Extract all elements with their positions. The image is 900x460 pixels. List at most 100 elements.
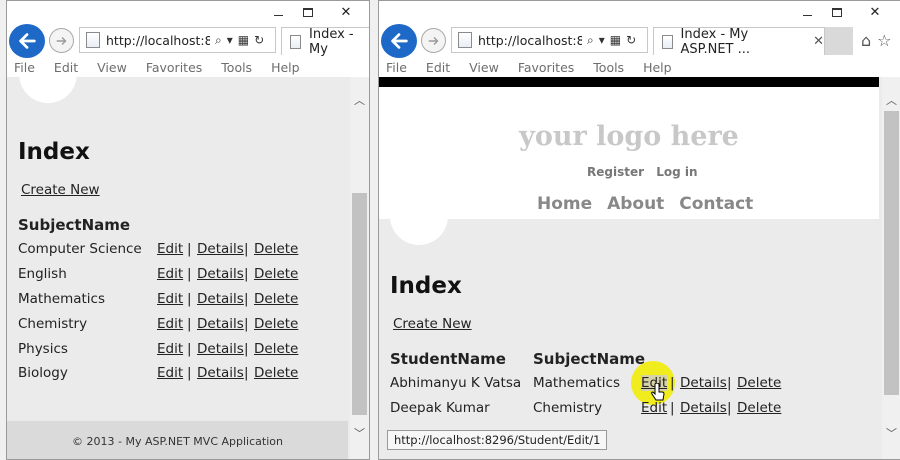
scroll-down-icon[interactable]: ﹀ <box>350 424 369 442</box>
decorative-circle <box>19 77 77 103</box>
close-button[interactable]: ✕ <box>323 1 369 23</box>
student-name: Deepak Kumar <box>390 400 490 416</box>
create-new-link[interactable]: Create New <box>393 316 472 332</box>
dropdown-icon[interactable]: ▾ <box>227 33 233 47</box>
page-icon <box>86 32 100 48</box>
refresh-icon[interactable]: ↻ <box>626 33 636 47</box>
details-link[interactable]: Details <box>197 291 244 307</box>
vertical-scrollbar[interactable]: ︿ ﹀ <box>882 77 900 459</box>
menu-view[interactable]: View <box>469 60 499 75</box>
window-controls: ✕ <box>792 1 898 25</box>
nav-home[interactable]: Home <box>537 194 592 214</box>
register-link[interactable]: Register <box>587 165 644 179</box>
navigation-bar: http://localhost:829 ⌕ ▾ ▦ ↻ Index - My <box>7 23 369 58</box>
forward-arrow-icon <box>428 36 438 45</box>
separator: | <box>244 241 249 257</box>
delete-link[interactable]: Delete <box>254 316 298 332</box>
tab-index[interactable]: Index - My <box>281 27 369 57</box>
minimize-button[interactable] <box>792 1 822 23</box>
delete-link[interactable]: Delete <box>254 241 298 257</box>
address-bar[interactable]: http://localhost:829 ⌕ ▾ ▦ ↻ <box>79 27 276 53</box>
tab-page-icon <box>290 34 302 49</box>
menu-edit[interactable]: Edit <box>426 60 450 75</box>
tab-close-icon[interactable]: ✕ <box>813 34 824 49</box>
search-icon[interactable]: ⌕ <box>587 33 594 48</box>
edit-link[interactable]: Edit <box>157 241 183 257</box>
edit-link[interactable]: Edit <box>157 316 183 332</box>
back-button[interactable] <box>381 24 417 58</box>
new-tab-button[interactable] <box>825 27 853 55</box>
edit-link[interactable]: Edit <box>157 266 183 282</box>
menu-file[interactable]: File <box>14 60 35 75</box>
separator: | <box>244 341 249 357</box>
menu-favorites[interactable]: Favorites <box>518 60 574 75</box>
tab-index[interactable]: Index - My ASP.NET ... ✕ <box>653 27 825 57</box>
browser-window-right: ✕ http://localhost:829 ⌕ ▾ ▦ ↻ Index - M… <box>378 0 900 460</box>
login-link[interactable]: Log in <box>656 165 697 179</box>
separator: | <box>670 400 675 416</box>
menu-tools[interactable]: Tools <box>221 60 252 75</box>
nav-about[interactable]: About <box>607 194 664 214</box>
menu-tools[interactable]: Tools <box>593 60 624 75</box>
forward-button[interactable] <box>49 28 74 53</box>
forward-button[interactable] <box>421 28 446 53</box>
address-bar[interactable]: http://localhost:829 ⌕ ▾ ▦ ↻ <box>451 27 648 53</box>
subject-name: Chemistry <box>533 400 603 416</box>
menu-edit[interactable]: Edit <box>54 60 78 75</box>
details-link[interactable]: Details <box>197 341 244 357</box>
forward-arrow-icon <box>56 36 66 45</box>
delete-link[interactable]: Delete <box>737 400 781 416</box>
edit-link[interactable]: Edit <box>157 291 183 307</box>
vertical-scrollbar[interactable]: ︿ ﹀ <box>350 77 369 459</box>
column-header-subject: SubjectName <box>18 216 131 234</box>
compatibility-icon[interactable]: ▦ <box>610 33 621 47</box>
menu-help[interactable]: Help <box>271 60 300 75</box>
menu-view[interactable]: View <box>97 60 127 75</box>
delete-link[interactable]: Delete <box>254 291 298 307</box>
site-header: your logo here Register Log in Home Abou… <box>379 87 879 219</box>
menu-favorites[interactable]: Favorites <box>146 60 202 75</box>
separator: | <box>187 241 192 257</box>
separator: | <box>187 316 192 332</box>
details-link[interactable]: Details <box>197 316 244 332</box>
status-bar-url: http://localhost:8296/Student/Edit/1 <box>387 430 608 450</box>
delete-link[interactable]: Delete <box>737 375 781 391</box>
compatibility-icon[interactable]: ▦ <box>238 33 249 47</box>
menu-file[interactable]: File <box>386 60 407 75</box>
dropdown-icon[interactable]: ▾ <box>599 33 605 47</box>
delete-link[interactable]: Delete <box>254 266 298 282</box>
close-button[interactable]: ✕ <box>852 1 898 23</box>
details-link[interactable]: Details <box>197 365 244 381</box>
scroll-thumb[interactable] <box>884 111 899 395</box>
details-link[interactable]: Details <box>680 400 727 416</box>
site-logo[interactable]: your logo here <box>379 121 879 152</box>
maximize-button[interactable] <box>822 1 852 23</box>
create-new-link[interactable]: Create New <box>21 182 100 198</box>
address-url[interactable]: http://localhost:829 <box>106 33 210 48</box>
nav-contact[interactable]: Contact <box>679 194 753 214</box>
column-header-student: StudentName <box>390 350 506 368</box>
scroll-down-icon[interactable]: ﹀ <box>882 424 900 442</box>
home-icon[interactable]: ⌂ <box>861 31 871 50</box>
page-viewport: Index Create New SubjectName Computer Sc… <box>7 77 369 459</box>
menu-help[interactable]: Help <box>643 60 672 75</box>
hand-cursor-icon <box>651 383 665 401</box>
back-button[interactable] <box>9 24 45 58</box>
address-url[interactable]: http://localhost:829 <box>478 33 582 48</box>
details-link[interactable]: Details <box>680 375 727 391</box>
minimize-button[interactable] <box>263 1 293 23</box>
scroll-up-icon[interactable]: ︿ <box>882 91 900 109</box>
edit-link[interactable]: Edit <box>157 365 183 381</box>
delete-link[interactable]: Delete <box>254 365 298 381</box>
page-footer: © 2013 - My ASP.NET MVC Application <box>7 421 348 459</box>
maximize-button[interactable] <box>293 1 323 23</box>
delete-link[interactable]: Delete <box>254 341 298 357</box>
refresh-icon[interactable]: ↻ <box>254 33 264 47</box>
scroll-thumb[interactable] <box>352 193 367 415</box>
details-link[interactable]: Details <box>197 241 244 257</box>
search-icon[interactable]: ⌕ <box>215 33 222 48</box>
favorites-star-icon[interactable]: ☆ <box>877 31 891 50</box>
scroll-up-icon[interactable]: ︿ <box>350 91 369 109</box>
details-link[interactable]: Details <box>197 266 244 282</box>
edit-link[interactable]: Edit <box>157 341 183 357</box>
